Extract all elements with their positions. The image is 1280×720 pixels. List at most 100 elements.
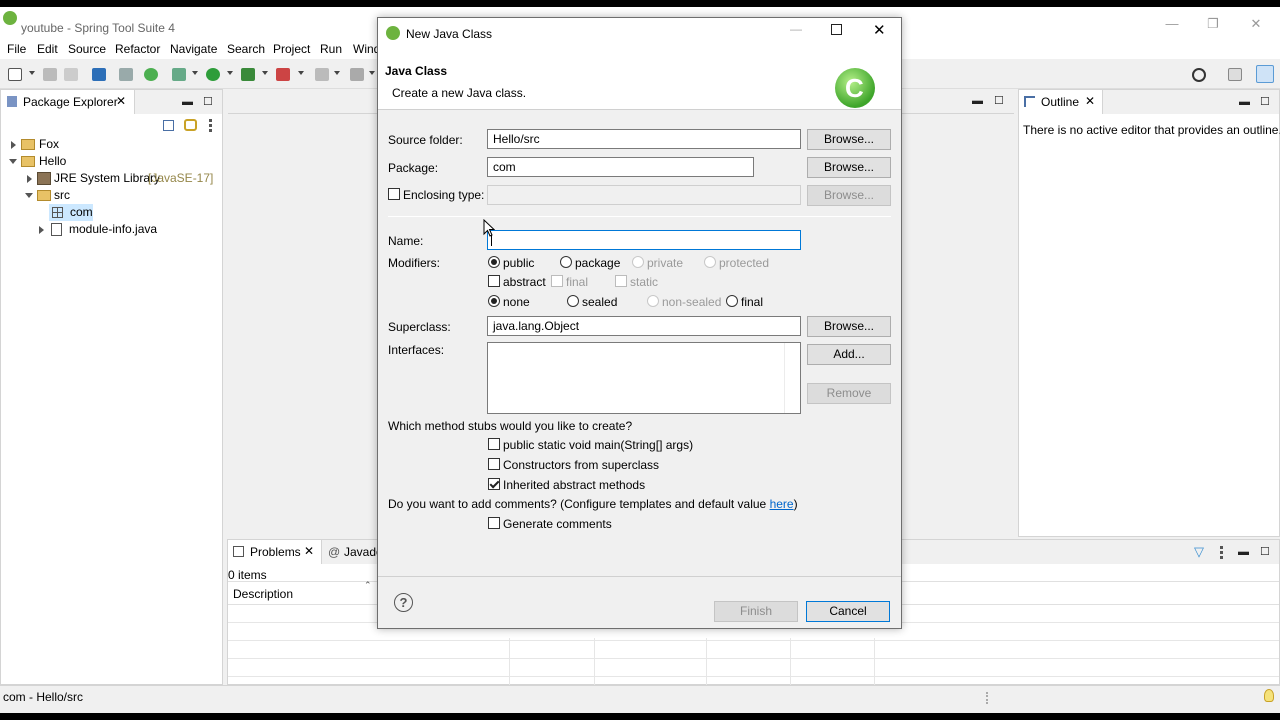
close-button[interactable]: ✕	[1236, 13, 1276, 35]
tree-item-src[interactable]: src	[25, 187, 221, 204]
interfaces-list[interactable]	[487, 342, 801, 414]
expand-icon[interactable]	[39, 226, 44, 234]
dialog-maximize-button[interactable]	[831, 24, 842, 35]
package-input[interactable]: com	[487, 157, 754, 177]
inherit-none-radio[interactable]	[488, 295, 500, 307]
minimize-icon[interactable]: ▬	[1239, 96, 1250, 108]
new-java-class-dialog: New Java Class — ✕ Java Class Create a n…	[377, 17, 902, 629]
enclosing-type-checkbox[interactable]	[388, 188, 400, 200]
menu-run[interactable]: Run	[320, 42, 342, 56]
inherit-sealed-radio[interactable]	[567, 295, 579, 307]
stub-main-checkbox[interactable]	[488, 438, 500, 450]
new-dropdown-icon[interactable]	[29, 71, 35, 75]
problems-tab[interactable]: Problems ✕	[228, 540, 322, 564]
dialog-close-button[interactable]: ✕	[873, 21, 886, 39]
external-tools-icon[interactable]	[276, 68, 290, 81]
open-type-icon[interactable]	[350, 68, 364, 81]
terminal-icon[interactable]	[92, 68, 106, 81]
collapse-all-icon[interactable]	[163, 120, 174, 131]
expand-icon[interactable]	[27, 175, 32, 183]
maximize-icon[interactable]: ☐	[1260, 95, 1270, 108]
stub-inherited-checkbox[interactable]	[488, 478, 500, 490]
menu-source[interactable]: Source	[68, 42, 106, 56]
close-tab-icon[interactable]: ✕	[1085, 94, 1095, 108]
restore-button[interactable]: ❐	[1193, 13, 1233, 35]
collapse-icon[interactable]	[25, 193, 33, 198]
superclass-browse-button[interactable]: Browse...	[807, 316, 891, 337]
new-server-icon[interactable]	[315, 68, 329, 81]
editor-minimize-icon[interactable]: ▬	[972, 95, 983, 107]
collapse-icon[interactable]	[9, 159, 17, 164]
dialog-minimize-button: —	[790, 22, 802, 36]
skip-breakpoints-icon[interactable]	[119, 68, 133, 81]
abstract-checkbox[interactable]	[488, 275, 500, 287]
filter-icon[interactable]: ▽	[1194, 544, 1204, 560]
menu-refactor[interactable]: Refactor	[115, 42, 160, 56]
enclosing-type-input	[487, 185, 801, 205]
tree-item-jre[interactable]: JRE System Library [JavaSE-17]	[25, 170, 221, 187]
stub-constructors-checkbox[interactable]	[488, 458, 500, 470]
editor-maximize-icon[interactable]: ☐	[994, 94, 1004, 107]
tree-item-hello[interactable]: Hello	[9, 153, 209, 170]
name-input[interactable]	[487, 230, 801, 250]
menu-search[interactable]: Search	[227, 42, 265, 56]
open-perspective-icon[interactable]	[1228, 68, 1242, 81]
tree-item-module-info[interactable]: module-info.java	[37, 221, 217, 238]
debug-icon[interactable]	[172, 68, 186, 81]
modifier-public-radio[interactable]	[488, 256, 500, 268]
stub-inherited-label: Inherited abstract methods	[503, 478, 646, 492]
external-tools-dropdown-icon[interactable]	[298, 71, 304, 75]
problems-tab-label: Problems	[250, 545, 301, 559]
menu-project[interactable]: Project	[273, 42, 310, 56]
minimize-icon[interactable]: ▬	[182, 96, 193, 108]
open-type-dropdown-icon[interactable]	[369, 71, 375, 75]
server-dropdown-icon[interactable]	[334, 71, 340, 75]
run-icon[interactable]	[206, 68, 220, 81]
cancel-button[interactable]: Cancel	[806, 601, 890, 622]
superclass-input[interactable]: java.lang.Object	[487, 316, 801, 336]
configure-templates-link[interactable]: here	[770, 497, 794, 511]
help-icon[interactable]: ?	[394, 593, 413, 612]
new-icon[interactable]	[8, 68, 22, 81]
view-menu-icon[interactable]	[209, 119, 212, 132]
package-explorer-tab[interactable]: Package Explorer ✕	[1, 90, 135, 114]
menu-navigate[interactable]: Navigate	[170, 42, 217, 56]
spring-boot-icon[interactable]	[144, 68, 158, 81]
search-icon[interactable]	[1192, 68, 1206, 82]
source-folder-browse-button[interactable]: Browse...	[807, 129, 891, 150]
menu-edit[interactable]: Edit	[37, 42, 58, 56]
outline-tab[interactable]: Outline ✕	[1019, 90, 1103, 114]
debug-dropdown-icon[interactable]	[192, 71, 198, 75]
package-browse-button[interactable]: Browse...	[807, 157, 891, 178]
interfaces-scrollbar[interactable]	[784, 343, 800, 413]
expand-icon[interactable]	[11, 141, 16, 149]
coverage-icon[interactable]	[241, 68, 255, 81]
tree-item-com[interactable]: com	[49, 204, 93, 221]
source-folder-input[interactable]: Hello/src	[487, 129, 801, 149]
generate-comments-checkbox[interactable]	[488, 517, 500, 529]
save-icon[interactable]	[43, 68, 57, 81]
minimize-button[interactable]: —	[1152, 13, 1192, 35]
interfaces-label: Interfaces:	[388, 343, 445, 357]
menu-file[interactable]: File	[7, 42, 26, 56]
maximize-icon[interactable]: ☐	[203, 95, 213, 108]
tree-item-fox[interactable]: Fox	[9, 136, 209, 153]
inherit-final-radio[interactable]	[726, 295, 738, 307]
close-tab-icon[interactable]: ✕	[116, 94, 126, 108]
sort-up-icon[interactable]: ⌃	[364, 580, 372, 591]
view-menu-icon[interactable]	[1220, 546, 1223, 559]
modifier-package-radio[interactable]	[560, 256, 572, 268]
tip-lightbulb-icon[interactable]	[1264, 689, 1274, 702]
tree-item-label: com	[70, 205, 93, 219]
minimize-icon[interactable]: ▬	[1238, 546, 1249, 558]
run-dropdown-icon[interactable]	[227, 71, 233, 75]
add-interface-button[interactable]: Add...	[807, 344, 891, 365]
column-description[interactable]: Description	[233, 587, 293, 601]
coverage-dropdown-icon[interactable]	[262, 71, 268, 75]
close-tab-icon[interactable]: ✕	[304, 544, 314, 558]
link-with-editor-icon[interactable]	[184, 119, 197, 131]
maximize-icon[interactable]: ☐	[1260, 545, 1270, 558]
save-all-icon[interactable]	[64, 68, 78, 81]
spring-perspective-icon[interactable]	[1256, 65, 1274, 83]
static-label: static	[630, 275, 659, 289]
